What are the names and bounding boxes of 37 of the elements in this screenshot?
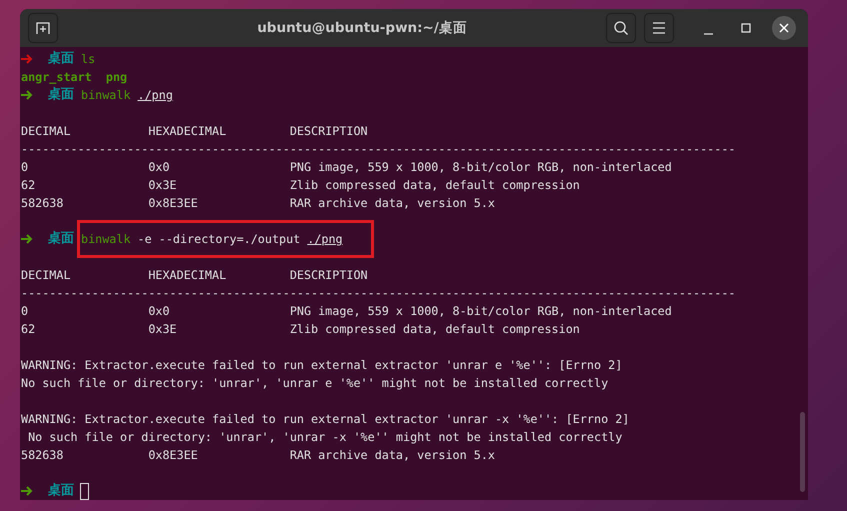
output-line: -----------------------------------------------------------------------------------------------------: [21, 285, 736, 302]
output-line: 0 0x0 PNG image, 559 x 1000, 8-bit/color RGB, non-interlaced: [21, 303, 672, 320]
menu-icon: [652, 22, 666, 34]
output-line: No such file or directory: 'unrar', 'unrar e '%e'' might not be installed correctly: [21, 375, 608, 392]
search-button[interactable]: [606, 13, 636, 43]
command-text: ls: [81, 51, 96, 68]
file-listing: angr_start png: [21, 69, 128, 86]
command-text: binwalk: [81, 231, 131, 248]
output-line: 62 0x3E Zlib compressed data, default compression: [21, 321, 580, 338]
window-title: ubuntu@ubuntu-pwn:~/桌面: [256, 19, 468, 37]
output-line: DECIMAL HEXADECIMAL DESCRIPTION: [21, 123, 368, 140]
output-line: 62 0x3E Zlib compressed data, default compression: [21, 177, 580, 194]
directory-name: 桌面: [48, 230, 74, 248]
menu-button[interactable]: [644, 13, 674, 43]
path-text: ./png: [138, 87, 173, 104]
maximize-icon: [741, 23, 751, 33]
new-tab-button[interactable]: [28, 13, 58, 43]
output-line: 582638 0x8E3EE RAR archive data, version 5.x: [21, 195, 495, 212]
minimize-icon: [704, 33, 712, 35]
output-line: 582638 0x8E3EE RAR archive data, version 5.x: [21, 447, 495, 464]
close-icon: [779, 23, 789, 33]
directory-name: 桌面: [48, 50, 74, 68]
output-line: WARNING: Extractor.execute failed to run external extractor 'unrar -x '%e'': [Errno 2]: [21, 411, 630, 428]
command-text: binwalk: [81, 87, 131, 104]
argument-text: -e --directory=./output: [138, 231, 300, 248]
new-tab-icon: [35, 20, 51, 36]
output-line: No such file or directory: 'unrar', 'unrar -x '%e'' might not be installed correctly: [27, 429, 622, 446]
output-line: DECIMAL HEXADECIMAL DESCRIPTION: [21, 267, 368, 284]
directory-name: 桌面: [48, 86, 74, 104]
output-line: WARNING: Extractor.execute failed to run external extractor 'unrar e '%e'': [Errno 2]: [21, 357, 622, 374]
output-line: 0 0x0 PNG image, 559 x 1000, 8-bit/color RGB, non-interlaced: [21, 159, 672, 176]
search-icon: [613, 20, 629, 36]
close-button[interactable]: [772, 16, 796, 40]
path-text: ./png: [307, 231, 343, 248]
output-line: -----------------------------------------------------------------------------------------------------: [21, 141, 736, 158]
scrollbar[interactable]: [800, 412, 805, 492]
directory-name: 桌面: [48, 482, 74, 500]
